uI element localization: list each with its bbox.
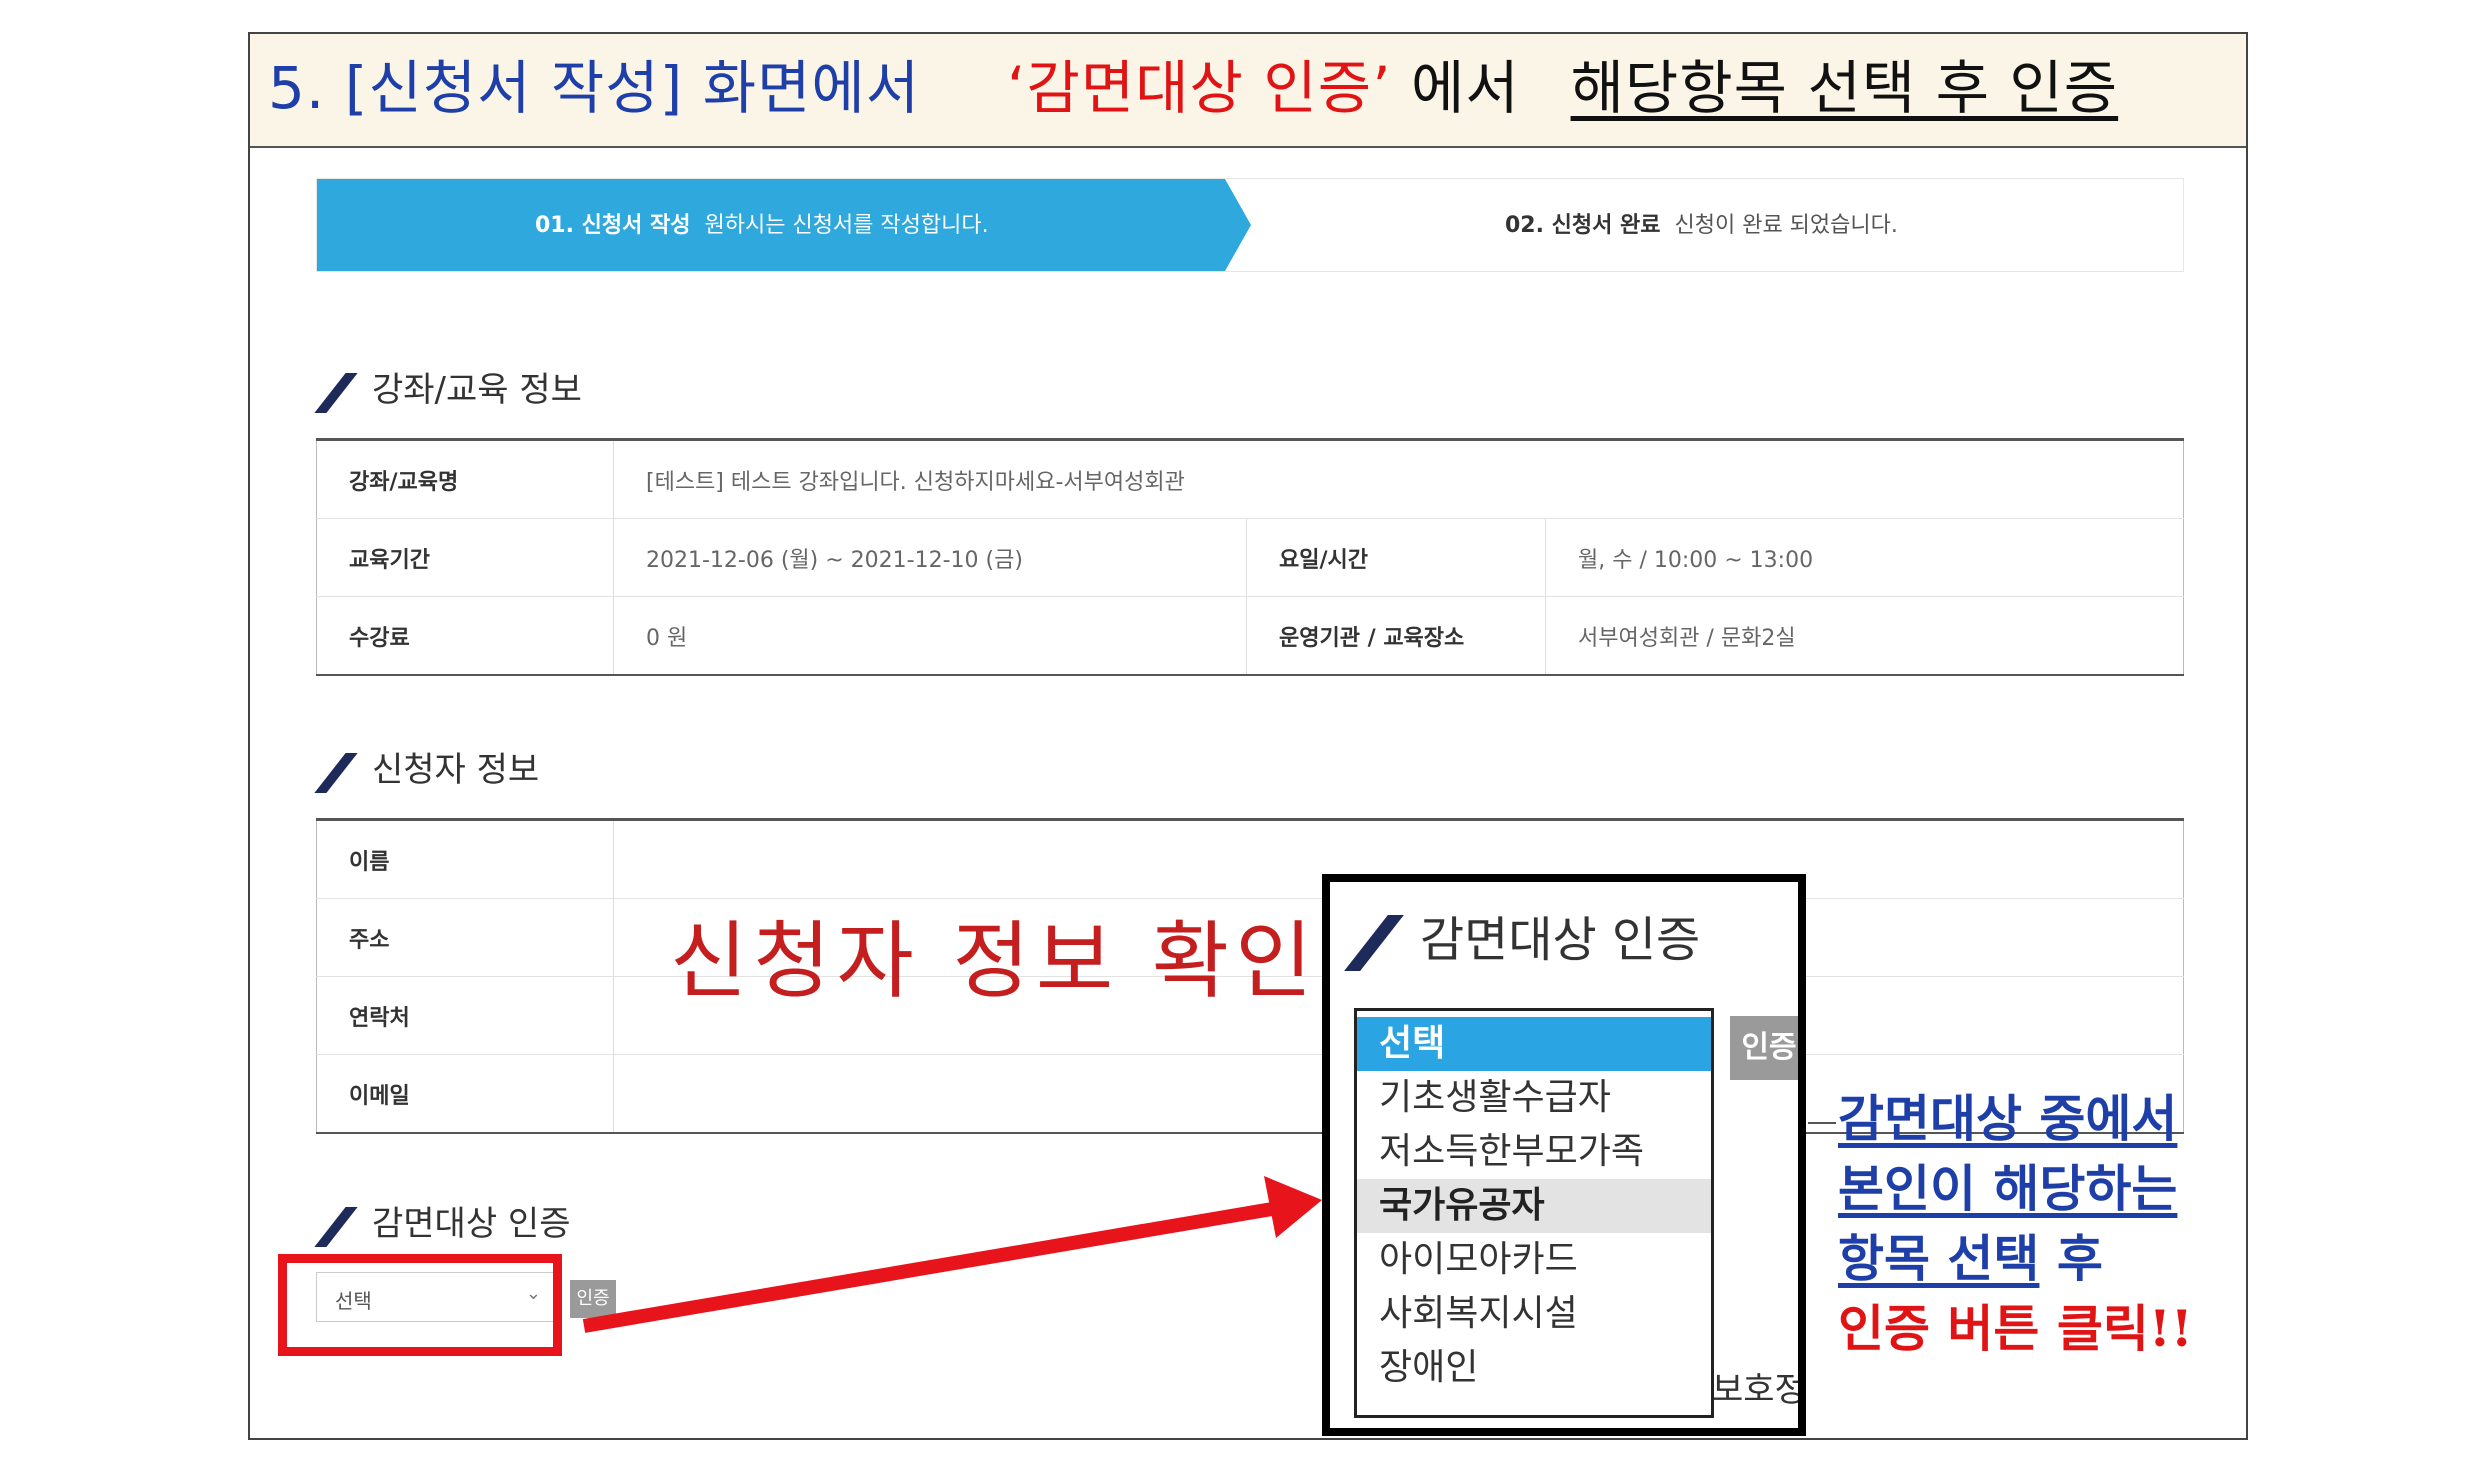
course-info-table: 강좌/교육명 [테스트] 테스트 강좌입니다. 신청하지마세요-서부여성회관 교… [316,438,2184,676]
section-course-title: 강좌/교육 정보 [316,362,582,411]
applicant-phone-label: 연락처 [316,976,614,1055]
banner-step-text: 5. [신청서 작성] 화면에서 [268,54,921,122]
course-name-value: [테스트] 테스트 강좌입니다. 신청하지마세요-서부여성회관 [613,439,2184,519]
step-1-desc: 원하시는 신청서를 작성합니다. [704,213,989,238]
instruction-banner: 5. [신청서 작성] 화면에서 ‘감면대상 인증’ 에서 해당항목 선택 후 … [250,34,2246,148]
section-discount-label: 감면대상 인증 [372,1204,571,1244]
callout-line-3: 항목 선택 [1838,1229,2040,1288]
option-item[interactable]: 사회복지시설 [1357,1287,1711,1341]
callout-line-3-suffix: 후 [2039,1229,2103,1288]
option-item[interactable]: 기초생활수급자 [1357,1071,1711,1125]
applicant-name-label: 이름 [316,819,614,899]
verify-button[interactable]: 인증 [570,1280,616,1318]
course-name-label: 강좌/교육명 [316,439,614,519]
option-item[interactable]: 국가유공자 [1357,1179,1711,1233]
banner-text: 5. [신청서 작성] 화면에서 ‘감면대상 인증’ 에서 해당항목 선택 후 … [268,52,2118,124]
section-course-label: 강좌/교육 정보 [372,370,582,410]
table-row: 강좌/교육명 [테스트] 테스트 강좌입니다. 신청하지마세요-서부여성회관 [316,439,2184,519]
course-fee-label: 수강료 [316,596,614,676]
progress-steps: 01. 신청서 작성 원하시는 신청서를 작성합니다. 02. 신청서 완료 신청이… [316,178,2184,272]
instruction-callout: 감면대상 중에서 본인이 해당하는 항목 선택 후 인증 버튼 클릭!! [1838,1084,2193,1364]
table-row: 수강료 0 원 운영기관 / 교육장소 서부여성회관 / 문화2실 [316,596,2184,676]
course-fee-value: 0 원 [613,596,1247,676]
applicant-email-label: 이메일 [316,1054,614,1134]
discount-options-list[interactable]: 선택 기초생활수급자 저소득한부모가족 국가유공자 아이모아카드 사회복지시설 … [1354,1008,1714,1418]
course-period-value: 2021-12-06 (월) ~ 2021-12-10 (금) [613,518,1247,597]
course-daytime-value: 월, 수 / 10:00 ~ 13:00 [1545,518,2184,597]
zoom-title-label: 감면대상 인증 [1420,912,1701,968]
applicant-check-annotation: 신청자 정보 확인 [670,912,1319,1010]
zoom-title: 감면대상 인증 [1348,900,1700,970]
section-discount-title: 감면대상 인증 [316,1196,571,1245]
course-daytime-label: 요일/시간 [1246,518,1546,597]
callout-line-4: 인증 버튼 클릭!! [1838,1299,2193,1358]
table-row: 교육기간 2021-12-06 (월) ~ 2021-12-10 (금) 요일/… [316,518,2184,597]
step-arrow-icon [1225,179,1251,271]
section-applicant-label: 신청자 정보 [372,750,540,790]
zoomed-discount-panel: 감면대상 인증 선택 기초생활수급자 저소득한부모가족 국가유공자 아이모아카드… [1322,874,1806,1436]
section-slash-icon [316,1209,354,1243]
option-item[interactable]: 장애인 [1357,1341,1711,1395]
table-row: 이름 [316,819,2184,899]
option-item[interactable]: 선택 [1357,1017,1711,1071]
step-2-label: 02. 신청서 완료 신청이 완료 되었습니다. [1505,207,1898,239]
callout-line-2: 본인이 해당하는 [1838,1159,2178,1218]
step-1-label: 01. 신청서 작성 원하시는 신청서를 작성합니다. [535,207,989,239]
section-slash-icon [316,375,354,409]
course-org-label: 운영기관 / 교육장소 [1246,596,1546,676]
step-2-number: 02. 신청서 완료 [1505,213,1661,238]
option-item[interactable]: 아이모아카드 [1357,1233,1711,1287]
option-item[interactable]: 저소득한부모가족 [1357,1125,1711,1179]
highlight-box [278,1254,562,1356]
applicant-address-label: 주소 [316,898,614,977]
banner-action-text: 해당항목 선택 후 인증 [1570,54,2119,122]
zoom-verify-button[interactable]: 인증 [1730,1016,1798,1080]
banner-connector-text: 에서 [1410,54,1520,122]
section-slash-icon [316,755,354,789]
step-1-number: 01. 신청서 작성 [535,213,691,238]
step-2-desc: 신청이 완료 되었습니다. [1674,213,1898,238]
callout-line-1: 감면대상 중에서 [1838,1089,2178,1148]
course-period-label: 교육기간 [316,518,614,597]
zoom-peek-text: 보호정책 [1712,1370,1806,1410]
callout-leader-line [1808,1122,1836,1124]
banner-highlight-text: ‘감면대상 인증’ [1007,54,1392,122]
section-slash-icon [1348,919,1398,967]
course-org-value: 서부여성회관 / 문화2실 [1545,596,2184,676]
section-applicant-title: 신청자 정보 [316,742,539,791]
